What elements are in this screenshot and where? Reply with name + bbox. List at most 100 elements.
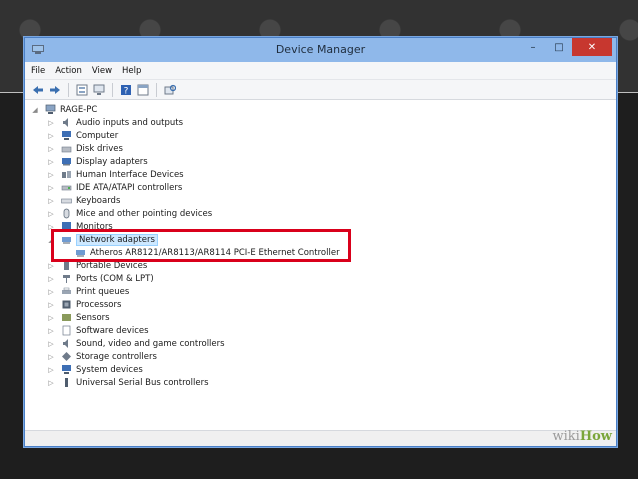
expand-arrow-icon[interactable]: ▷: [47, 223, 55, 231]
tree-item[interactable]: ▷ Universal Serial Bus controllers: [47, 376, 209, 389]
processor-icon: [61, 299, 72, 310]
tree-item-label: Portable Devices: [76, 260, 148, 271]
tree-item[interactable]: ▷ Portable Devices: [47, 259, 147, 272]
mouse-icon: [61, 208, 72, 219]
expand-arrow-icon[interactable]: ▷: [47, 340, 55, 348]
tree-root[interactable]: ◢ RAGE-PC: [31, 103, 97, 116]
hid-icon: [61, 169, 72, 180]
expand-arrow-icon[interactable]: ▷: [47, 262, 55, 270]
tree-item[interactable]: ▷ IDE ATA/ATAPI controllers: [47, 181, 182, 194]
keyboard-icon: [61, 195, 72, 206]
expand-arrow-icon[interactable]: ▷: [47, 184, 55, 192]
expand-arrow-icon[interactable]: ▷: [47, 145, 55, 153]
help-icon[interactable]: ?: [119, 83, 133, 97]
tree-item[interactable]: ▷ Sound, video and game controllers: [47, 337, 225, 350]
tree-item[interactable]: ▷ Mice and other pointing devices: [47, 207, 212, 220]
tree-item[interactable]: ▷ Keyboards: [47, 194, 120, 207]
portable-device-icon: [61, 260, 72, 271]
tree-item-label: Human Interface Devices: [76, 169, 184, 180]
tree-item-label: Network adapters: [76, 233, 158, 246]
close-button[interactable]: ✕: [572, 38, 612, 56]
tree-item-label: Processors: [76, 299, 122, 310]
tree-item-label: System devices: [76, 364, 143, 375]
tree-item-label: Sound, video and game controllers: [76, 338, 225, 349]
toolbar-separator: [68, 82, 69, 97]
tree-item-label: Universal Serial Bus controllers: [76, 377, 209, 388]
tree-item[interactable]: ▷ Human Interface Devices: [47, 168, 184, 181]
collapse-arrow-icon[interactable]: ◢: [47, 236, 55, 244]
tree-item-label: Keyboards: [76, 195, 121, 206]
expand-arrow-icon[interactable]: ▷: [47, 275, 55, 283]
ide-controller-icon: [61, 182, 72, 193]
tree-item-label: Audio inputs and outputs: [76, 117, 184, 128]
tree-item-ethernet-controller[interactable]: Atheros AR8121/AR8113/AR8114 PCI-E Ether…: [75, 246, 340, 259]
expand-arrow-icon[interactable]: ▷: [47, 288, 55, 296]
system-device-icon: [61, 364, 72, 375]
forward-arrow-icon[interactable]: [48, 83, 62, 97]
tree-item-label: Storage controllers: [76, 351, 157, 362]
expand-arrow-icon[interactable]: ▷: [47, 327, 55, 335]
computer-icon[interactable]: [92, 83, 106, 97]
tree-item[interactable]: ▷ Display adapters: [47, 155, 147, 168]
svg-text:?: ?: [124, 86, 129, 96]
window-controls: – □ ✕: [520, 38, 612, 58]
scan-hardware-icon[interactable]: [163, 83, 177, 97]
tree-item-network-adapters[interactable]: ◢ Network adapters: [47, 233, 158, 246]
tree-item[interactable]: ▷ Sensors: [47, 311, 110, 324]
expand-arrow-icon[interactable]: ▷: [47, 158, 55, 166]
tree-item-label: Sensors: [76, 312, 110, 323]
toolbar-separator: [156, 82, 157, 97]
tree-root-label: RAGE-PC: [60, 104, 98, 115]
expand-arrow-icon[interactable]: ▷: [47, 197, 55, 205]
computer-icon: [61, 130, 72, 141]
tree-item-label: Mice and other pointing devices: [76, 208, 213, 219]
properties-icon[interactable]: [75, 83, 89, 97]
tree-item-label: Computer: [76, 130, 119, 141]
expand-arrow-icon[interactable]: ▷: [47, 379, 55, 387]
pc-icon: [45, 104, 56, 115]
device-tree-pane[interactable]: ◢ RAGE-PC ▷ Audio inputs and outputs ▷ C…: [27, 101, 614, 431]
tree-item[interactable]: ▷ Software devices: [47, 324, 149, 337]
storage-controller-icon: [61, 351, 72, 362]
tree-item[interactable]: ▷ Processors: [47, 298, 121, 311]
sensor-icon: [61, 312, 72, 323]
tree-item-label: Software devices: [76, 325, 149, 336]
menu-file[interactable]: File: [31, 66, 45, 76]
expand-arrow-icon[interactable]: ▷: [47, 210, 55, 218]
network-adapter-icon: [75, 247, 86, 258]
expand-arrow-icon[interactable]: ▷: [47, 132, 55, 140]
menu-action[interactable]: Action: [55, 66, 82, 76]
status-bar: wikiHow: [25, 429, 616, 446]
tree-item[interactable]: ▷ Computer: [47, 129, 118, 142]
tree-item[interactable]: ▷ Print queues: [47, 285, 129, 298]
tree-item[interactable]: ▷ Audio inputs and outputs: [47, 116, 183, 129]
tree-item-label: IDE ATA/ATAPI controllers: [76, 182, 183, 193]
expand-arrow-icon[interactable]: ▷: [47, 119, 55, 127]
tree-item-label: Ports (COM & LPT): [76, 273, 154, 284]
collapse-arrow-icon[interactable]: ◢: [31, 106, 39, 114]
title-bar[interactable]: Device Manager – □ ✕: [25, 38, 616, 62]
tree-item[interactable]: ▷ System devices: [47, 363, 143, 376]
wikihow-watermark: wikiHow: [552, 429, 612, 444]
expand-arrow-icon[interactable]: ▷: [47, 301, 55, 309]
expand-arrow-icon[interactable]: ▷: [47, 366, 55, 374]
tree-item[interactable]: ▷ Monitors: [47, 220, 112, 233]
expand-arrow-icon[interactable]: ▷: [47, 314, 55, 322]
device-manager-window: Device Manager – □ ✕ File Action View He…: [24, 37, 617, 447]
tree-item[interactable]: ▷ Storage controllers: [47, 350, 157, 363]
console-icon[interactable]: [136, 83, 150, 97]
toolbar: ?: [25, 80, 616, 100]
network-adapter-icon: [61, 234, 72, 245]
expand-arrow-icon[interactable]: ▷: [47, 171, 55, 179]
minimize-button[interactable]: –: [520, 38, 546, 56]
back-arrow-icon[interactable]: [31, 83, 45, 97]
tree-item[interactable]: ▷ Disk drives: [47, 142, 123, 155]
menu-view[interactable]: View: [92, 66, 112, 76]
expand-arrow-icon[interactable]: ▷: [47, 353, 55, 361]
sound-icon: [61, 338, 72, 349]
maximize-button[interactable]: □: [546, 38, 572, 56]
tree-item[interactable]: ▷ Ports (COM & LPT): [47, 272, 154, 285]
audio-icon: [61, 117, 72, 128]
menu-help[interactable]: Help: [122, 66, 141, 76]
monitor-icon: [61, 221, 72, 232]
